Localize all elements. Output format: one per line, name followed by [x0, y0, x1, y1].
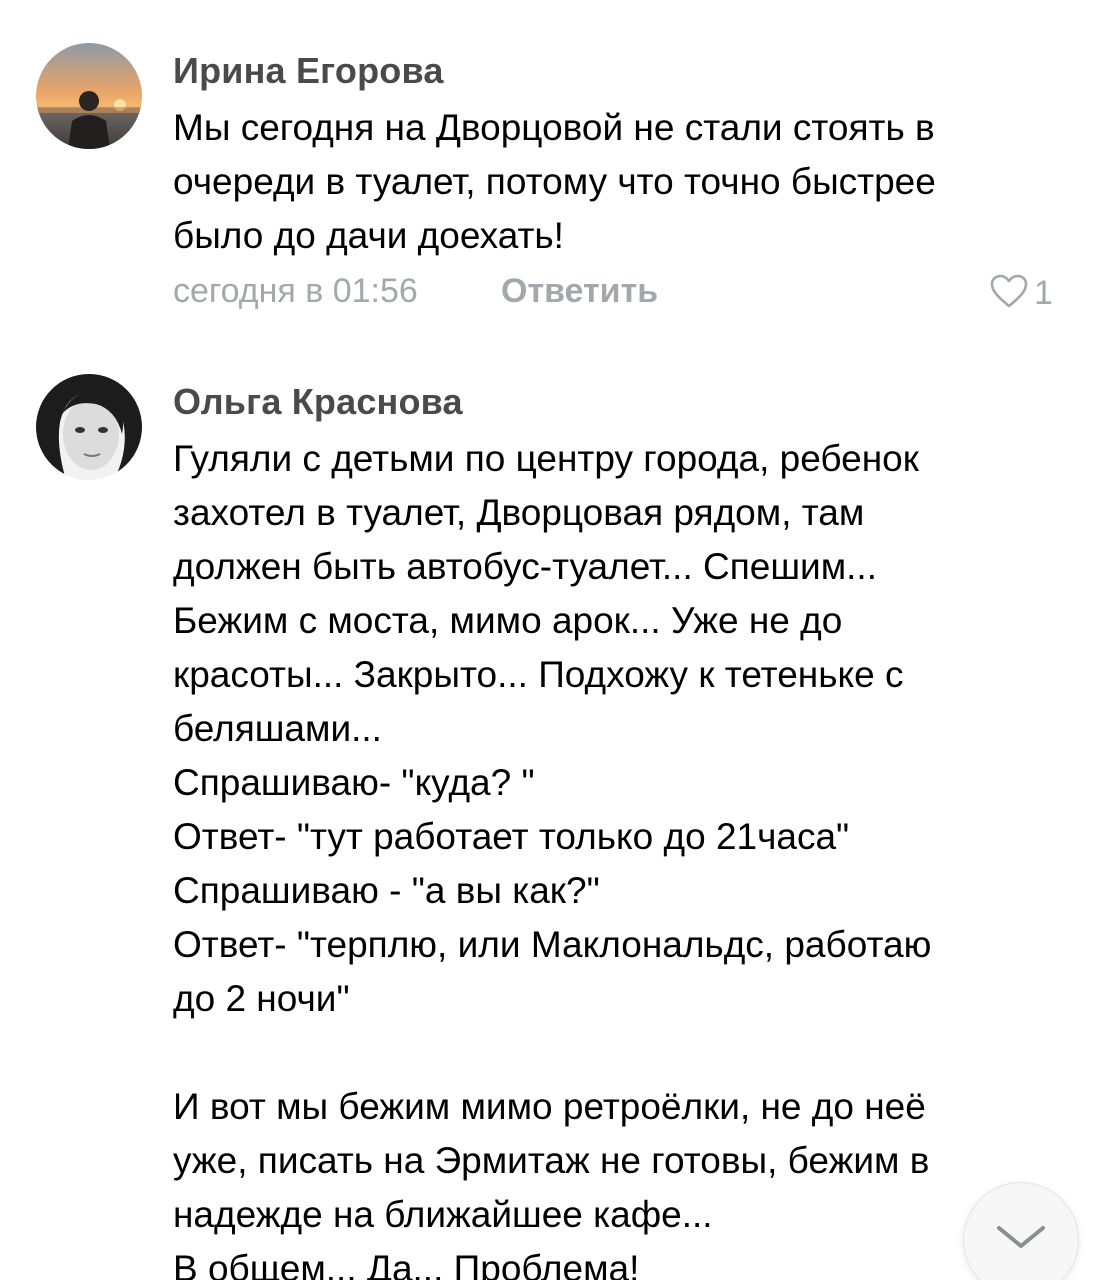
- reply-button[interactable]: Ответить: [501, 272, 658, 311]
- like-button[interactable]: 1: [988, 273, 1053, 313]
- avatar[interactable]: [36, 374, 142, 480]
- comment-text: Мы сегодня на Дворцовой не стали стоять …: [173, 107, 936, 256]
- comment-author[interactable]: Ольга Краснова: [173, 381, 463, 423]
- like-count: 1: [1034, 273, 1053, 312]
- comments-page: Ирина Егорова Мы сегодня на Дворцовой не…: [0, 0, 1103, 1280]
- chevron-down-icon: [995, 1223, 1047, 1256]
- comment-text: Гуляли с детьми по центру города, ребено…: [173, 438, 932, 1280]
- comment-timestamp: сегодня в 01:56: [173, 272, 418, 310]
- heart-outline-icon: [988, 273, 1030, 314]
- avatar[interactable]: [36, 43, 142, 149]
- comment-author[interactable]: Ирина Егорова: [173, 50, 444, 92]
